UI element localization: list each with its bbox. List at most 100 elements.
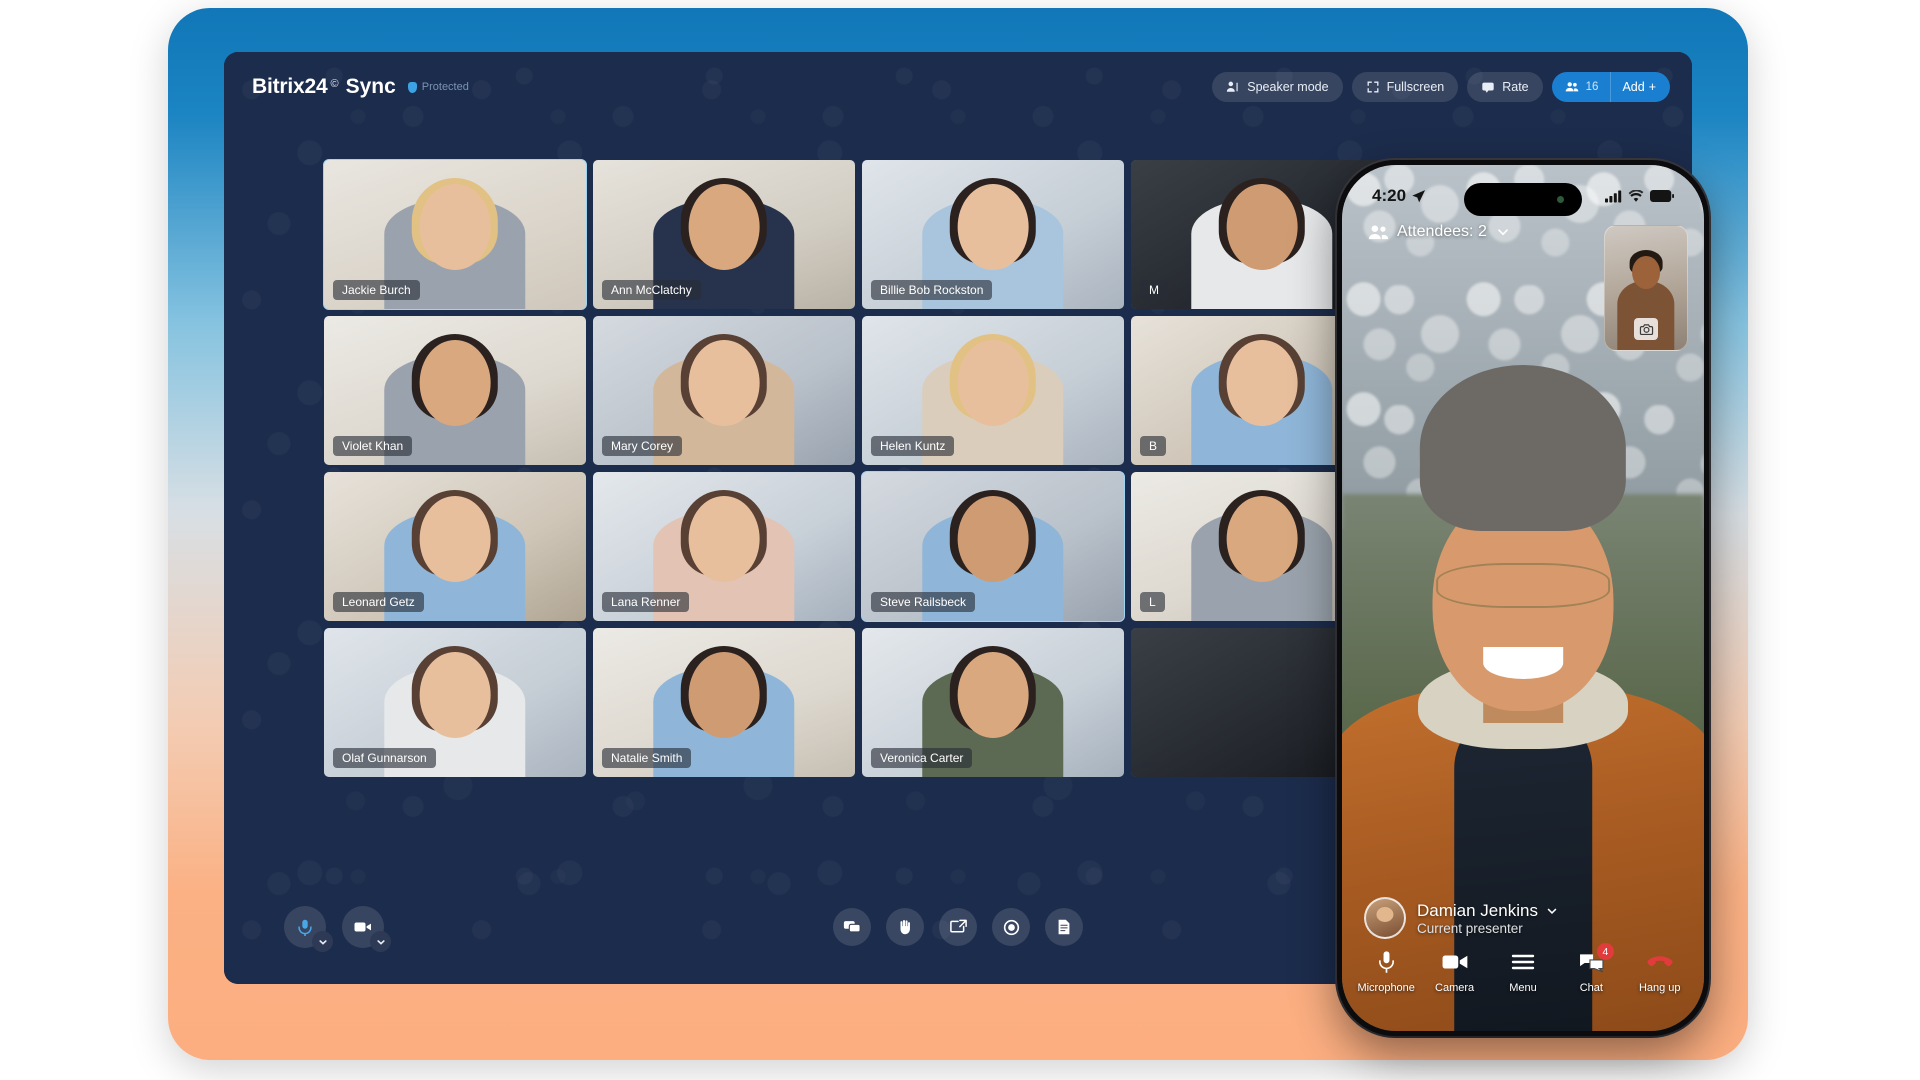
cellular-signal-icon bbox=[1605, 190, 1622, 202]
fullscreen-label: Fullscreen bbox=[1386, 80, 1445, 94]
video-tile[interactable]: Veronica Carter bbox=[862, 628, 1124, 777]
participant-name: Jackie Burch bbox=[333, 280, 420, 300]
record-icon bbox=[1003, 919, 1019, 935]
camera-options-button[interactable] bbox=[370, 931, 391, 952]
participant-name: Helen Kuntz bbox=[871, 436, 955, 456]
participant-name bbox=[1140, 762, 1158, 768]
add-label: Add bbox=[1622, 80, 1645, 94]
chevron-down-icon bbox=[376, 939, 385, 945]
phone-control-label: Hang up bbox=[1638, 982, 1681, 994]
phone-menu-button[interactable]: Menu bbox=[1490, 949, 1556, 994]
participant-name: Leonard Getz bbox=[333, 592, 424, 612]
record-button[interactable] bbox=[992, 908, 1030, 946]
video-tile[interactable]: Ann McClatchy bbox=[593, 160, 855, 309]
participant-name: Steve Railsbeck bbox=[871, 592, 976, 612]
screen-share-button[interactable] bbox=[939, 908, 977, 946]
phone-control-label: Menu bbox=[1509, 982, 1537, 994]
protected-badge: Protected bbox=[407, 81, 469, 93]
camera-lens-icon bbox=[1557, 196, 1564, 203]
presenter-name-row[interactable]: Damian Jenkins bbox=[1417, 901, 1559, 921]
rate-label: Rate bbox=[1502, 80, 1529, 94]
speaker-mode-button[interactable]: Speaker mode bbox=[1212, 72, 1343, 102]
self-view-body bbox=[1617, 280, 1675, 350]
protected-label: Protected bbox=[421, 81, 469, 93]
chat-button[interactable] bbox=[833, 908, 871, 946]
phone-time-label: 4:20 bbox=[1372, 186, 1407, 205]
rate-button[interactable]: Rate bbox=[1467, 72, 1543, 102]
notes-icon bbox=[1058, 919, 1070, 935]
participants-group: 16 Add + bbox=[1551, 72, 1670, 102]
flip-camera-icon bbox=[1639, 323, 1653, 335]
speaker-mode-label: Speaker mode bbox=[1247, 80, 1329, 94]
microphone-icon bbox=[1378, 951, 1394, 973]
attendees-button[interactable]: Attendees: 2 bbox=[1368, 223, 1511, 241]
chevron-down-icon bbox=[1547, 908, 1557, 914]
microphone-icon bbox=[298, 919, 312, 936]
flip-camera-button[interactable] bbox=[1634, 318, 1658, 340]
video-tile[interactable]: Leonard Getz bbox=[324, 472, 586, 621]
raise-hand-icon bbox=[900, 919, 910, 935]
shield-icon bbox=[407, 81, 417, 93]
participant-name: B bbox=[1140, 436, 1167, 456]
presenter-name-label: Damian Jenkins bbox=[1417, 900, 1538, 920]
microphone-options-button[interactable] bbox=[312, 931, 333, 952]
phone-hangup-button[interactable]: Hang up bbox=[1627, 949, 1693, 994]
phone-status-icons bbox=[1605, 189, 1674, 203]
wifi-icon bbox=[1628, 189, 1644, 202]
chat-unread-badge: 4 bbox=[1596, 943, 1614, 960]
phone-control-label: Camera bbox=[1435, 982, 1475, 994]
people-icon bbox=[1565, 82, 1578, 92]
hangup-icon-wrap bbox=[1647, 949, 1673, 975]
participants-button[interactable]: 16 bbox=[1552, 72, 1611, 102]
microphone-icon-wrap bbox=[1377, 949, 1396, 975]
video-tile[interactable]: Olaf Gunnarson bbox=[324, 628, 586, 777]
video-grid: Jackie Burch Ann McClatchy Billie Bob Ro… bbox=[323, 159, 1393, 777]
microphone-button[interactable] bbox=[284, 906, 333, 952]
video-tile[interactable]: Steve Railsbeck bbox=[861, 471, 1125, 622]
camera-button[interactable] bbox=[342, 906, 391, 952]
presenter-glasses bbox=[1436, 563, 1610, 609]
video-tile[interactable]: Lana Renner bbox=[593, 472, 855, 621]
raise-hand-button[interactable] bbox=[886, 908, 924, 946]
phone-control-label: Chat bbox=[1579, 982, 1603, 994]
self-view-thumbnail[interactable] bbox=[1604, 225, 1688, 351]
phone-status-bar: 4:20 bbox=[1342, 175, 1704, 217]
phone-camera-button[interactable]: Camera bbox=[1422, 949, 1488, 994]
speaker-mode-icon bbox=[1227, 81, 1238, 92]
menu-icon bbox=[1511, 954, 1535, 970]
phone-control-label: Microphone bbox=[1357, 982, 1415, 994]
participant-name: Olaf Gunnarson bbox=[333, 748, 436, 768]
participant-name: Veronica Carter bbox=[871, 748, 973, 768]
toolbar-center-group bbox=[833, 908, 1083, 946]
participant-name: Mary Corey bbox=[602, 436, 683, 456]
fullscreen-button[interactable]: Fullscreen bbox=[1351, 72, 1459, 102]
video-tile[interactable]: Natalie Smith bbox=[593, 628, 855, 777]
notes-button[interactable] bbox=[1045, 908, 1083, 946]
presenter-smile bbox=[1483, 646, 1563, 679]
phone-chat-button[interactable]: 4 Chat bbox=[1558, 943, 1624, 994]
add-participant-button[interactable]: Add + bbox=[1610, 72, 1670, 102]
presenter-role-label: Current presenter bbox=[1417, 920, 1523, 936]
video-tile[interactable]: Mary Corey bbox=[593, 316, 855, 465]
rate-icon bbox=[1482, 82, 1494, 93]
chevron-down-icon bbox=[318, 939, 327, 945]
presenter-details: Damian Jenkins Current presenter bbox=[1417, 901, 1559, 936]
phone-clock: 4:20 bbox=[1372, 186, 1426, 206]
dynamic-island bbox=[1464, 183, 1582, 216]
video-tile[interactable]: Helen Kuntz bbox=[862, 316, 1124, 465]
hangup-icon bbox=[1647, 956, 1673, 967]
toolbar-left-group bbox=[284, 906, 391, 952]
participant-name: Billie Bob Rockston bbox=[871, 280, 993, 300]
phone-microphone-button[interactable]: Microphone bbox=[1353, 949, 1419, 994]
video-tile[interactable]: Billie Bob Rockston bbox=[862, 160, 1124, 309]
camera-icon bbox=[1442, 955, 1467, 969]
brand-logo: Bitrix24 © Sync bbox=[252, 75, 396, 99]
presenter-hair bbox=[1419, 364, 1627, 532]
self-view-face bbox=[1632, 255, 1660, 290]
app-header: Bitrix24 © Sync Protected Speaker mode F… bbox=[224, 52, 1692, 122]
phone-device-frame: 4:20 Attendees: 2 Damian Jenkins Current… bbox=[1337, 160, 1709, 1036]
video-tile[interactable]: Violet Khan bbox=[324, 316, 586, 465]
presenter-info-bar: Damian Jenkins Current presenter bbox=[1342, 897, 1704, 939]
product-name: Sync bbox=[345, 75, 396, 98]
video-tile[interactable]: Jackie Burch bbox=[323, 159, 587, 310]
